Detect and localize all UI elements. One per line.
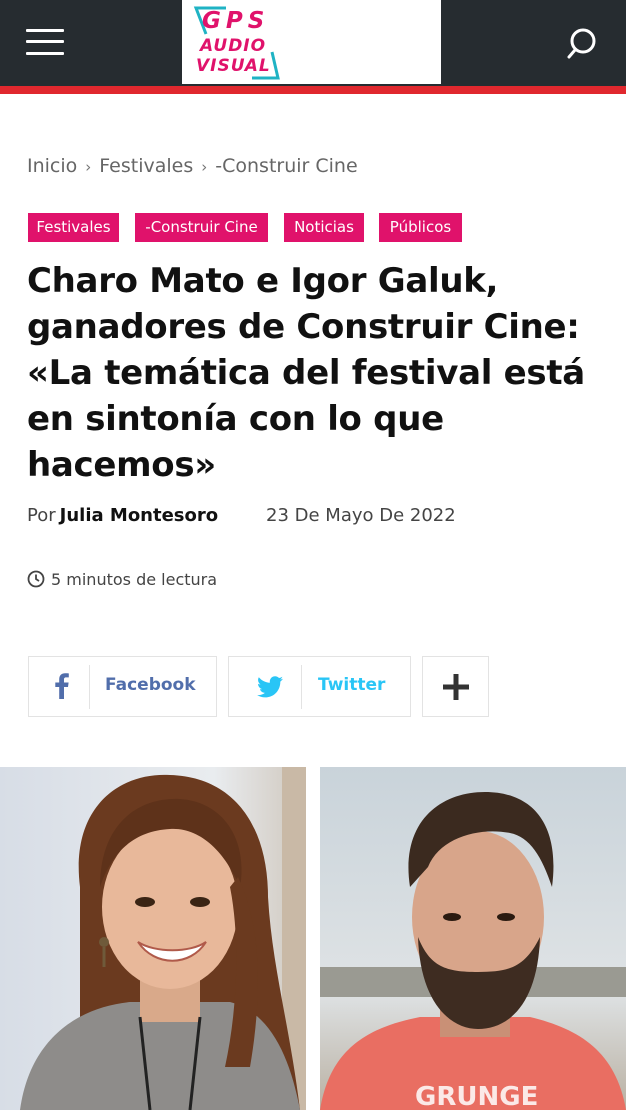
breadcrumb-item-inicio[interactable]: Inicio: [27, 155, 77, 177]
clock-icon: [27, 570, 45, 592]
article-title-line: «La temática del festival está: [27, 353, 585, 393]
twitter-label: Twitter: [318, 675, 386, 695]
byline-prefix: Por: [27, 505, 56, 526]
share-facebook-button[interactable]: Facebook: [28, 656, 217, 717]
facebook-icon: [55, 673, 69, 703]
article-title-line: Charo Mato e Igor Galuk,: [27, 261, 499, 301]
logo-text-visual: VISUAL: [196, 56, 271, 76]
breadcrumb-separator: ›: [85, 158, 92, 176]
tag-construir-cine[interactable]: -Construir Cine: [135, 213, 268, 242]
article-title: Charo Mato e Igor Galuk, ganadores de Co…: [27, 258, 602, 488]
svg-text:GRUNGE: GRUNGE: [415, 1082, 538, 1110]
read-time: 5 minutos de lectura: [27, 570, 217, 592]
byline: Por Julia Montesoro: [27, 505, 218, 526]
publish-date: 23 De Mayo De 2022: [266, 505, 456, 526]
facebook-label: Facebook: [105, 675, 196, 695]
read-time-label: 5 minutos de lectura: [51, 570, 218, 589]
article-photo-woman: [0, 767, 306, 1110]
share-divider: [89, 665, 90, 709]
share-twitter-button[interactable]: Twitter: [228, 656, 411, 717]
tag-publicos[interactable]: Públicos: [379, 213, 462, 242]
breadcrumb-separator: ›: [201, 158, 208, 176]
top-navigation-bar: GPS AUDIO VISUAL: [0, 0, 626, 86]
breadcrumb: Inicio › Festivales › -Construir Cine: [27, 155, 358, 177]
article-title-line: hacemos»: [27, 445, 216, 485]
breadcrumb-item-construir-cine[interactable]: -Construir Cine: [215, 155, 357, 177]
article-photo-man: GRUNGE: [320, 767, 626, 1110]
header-accent-line: [0, 86, 626, 94]
site-logo[interactable]: GPS AUDIO VISUAL: [182, 0, 441, 84]
logo-text-gps: GPS: [202, 8, 270, 34]
breadcrumb-item-festivales[interactable]: Festivales: [99, 155, 193, 177]
tag-festivales[interactable]: Festivales: [28, 213, 119, 242]
tag-noticias[interactable]: Noticias: [284, 213, 364, 242]
share-divider: [301, 665, 302, 709]
share-more-button[interactable]: [422, 656, 489, 717]
logo-text-audio: AUDIO: [200, 36, 267, 56]
twitter-icon: [257, 676, 283, 702]
hamburger-menu-icon[interactable]: [26, 28, 64, 56]
logo-mark: GPS AUDIO VISUAL: [192, 6, 284, 80]
article-title-line: ganadores de Construir Cine:: [27, 307, 580, 347]
search-icon[interactable]: [566, 26, 600, 60]
plus-icon: [443, 674, 469, 704]
author-link[interactable]: Julia Montesoro: [60, 505, 219, 526]
article-title-line: en sintonía con lo que: [27, 399, 444, 439]
